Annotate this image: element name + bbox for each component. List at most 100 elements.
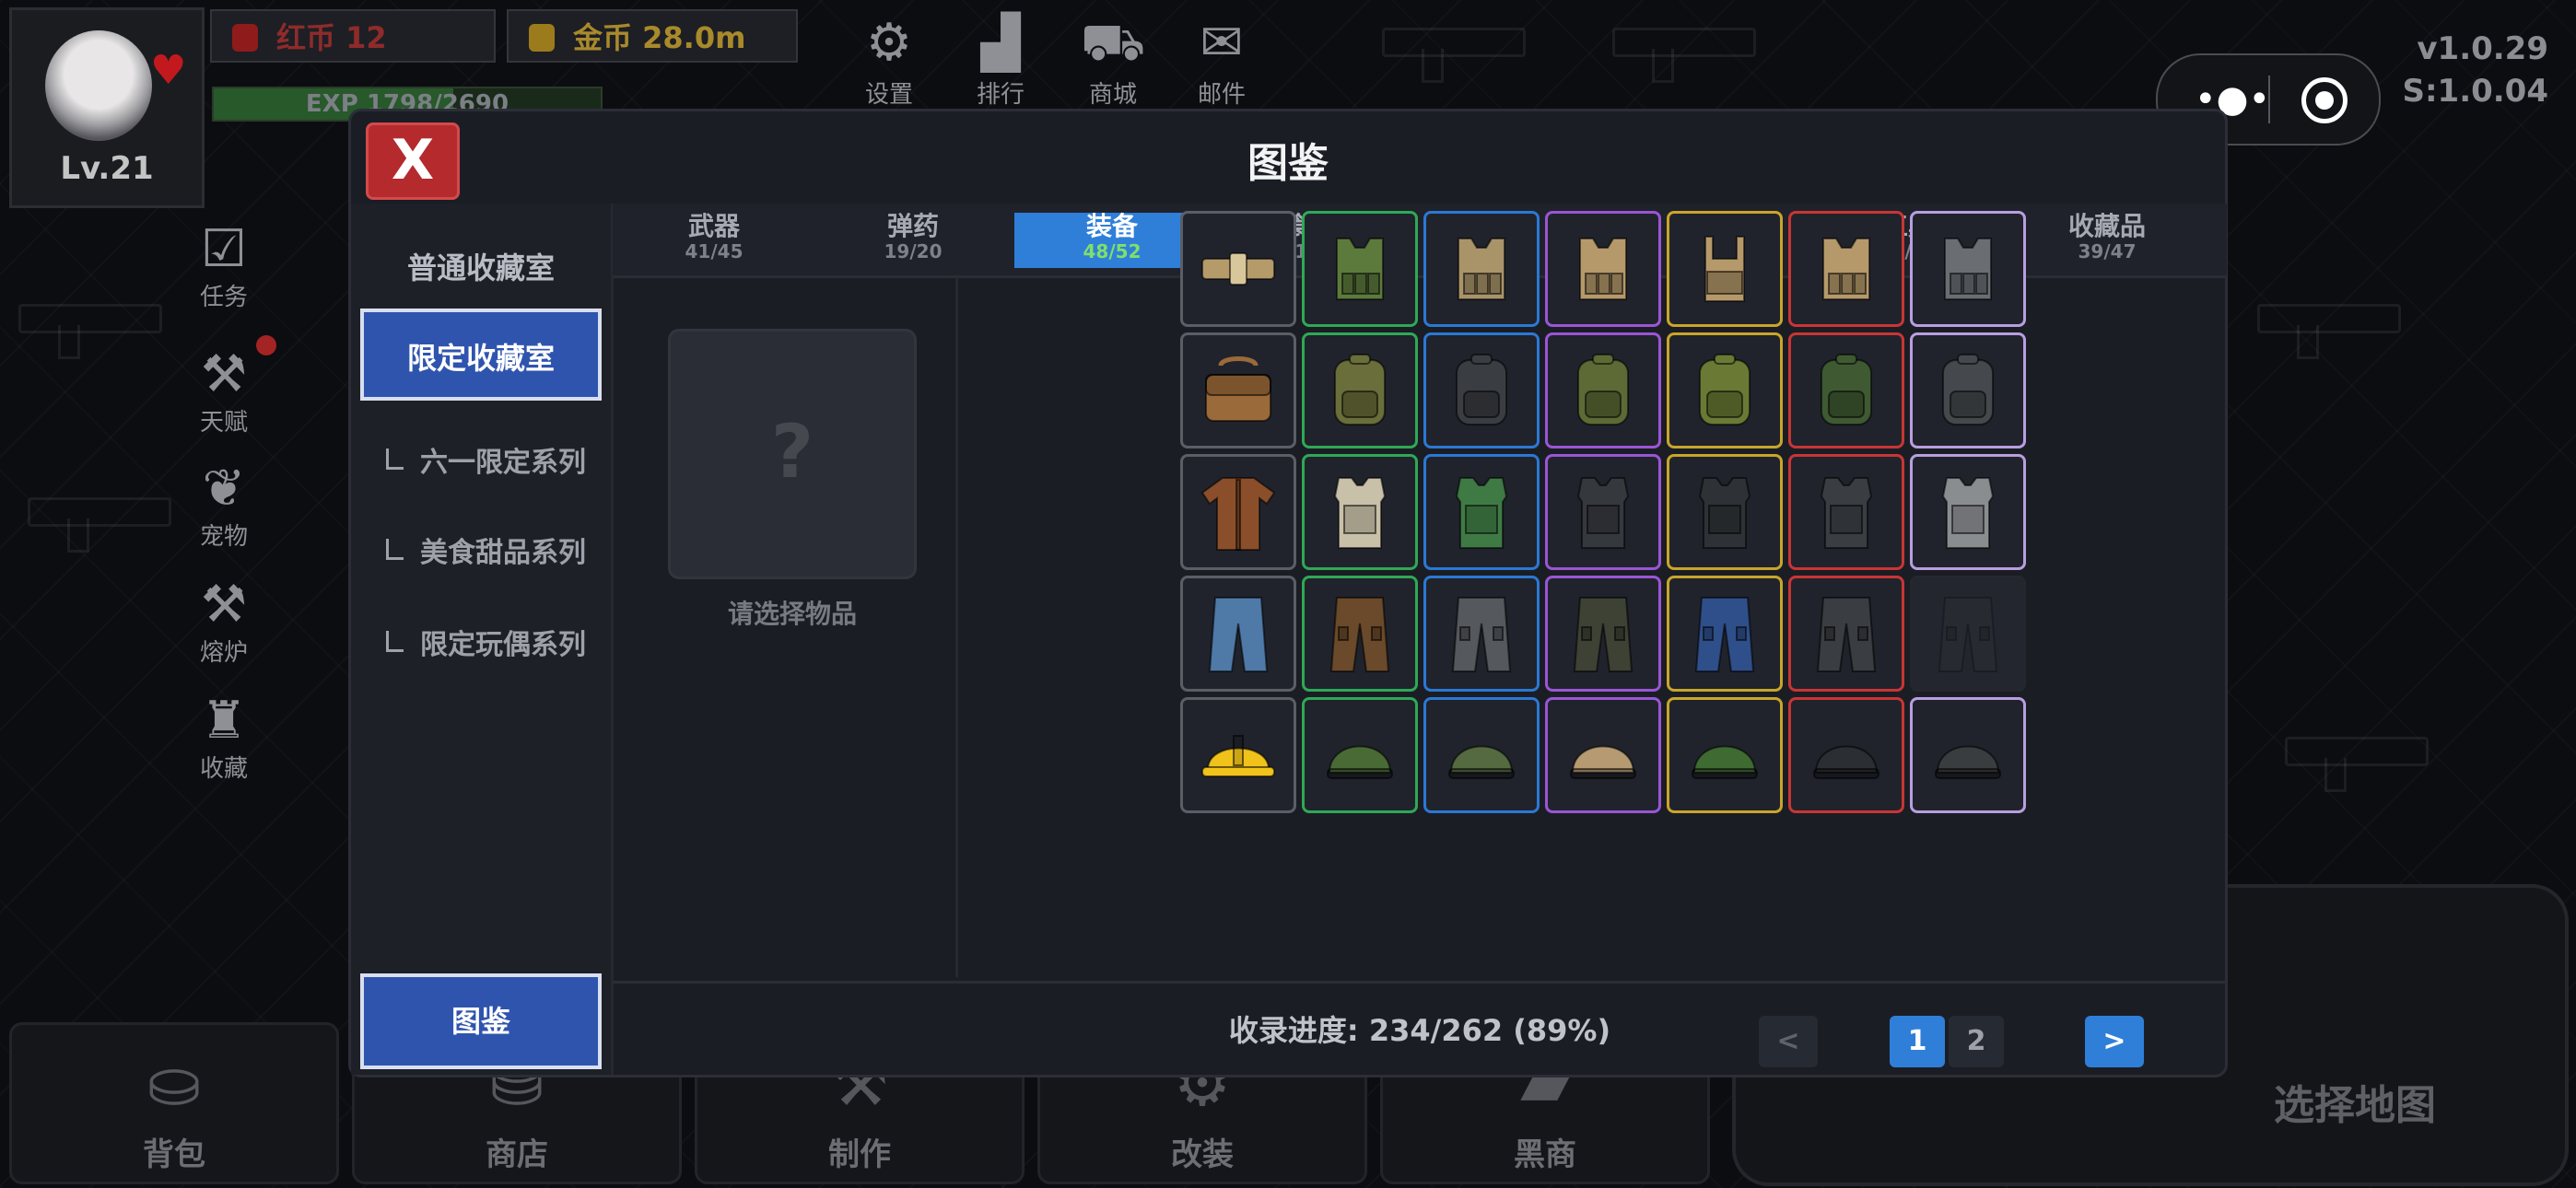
weapon-silhouette: [28, 497, 171, 553]
pants-icon: [1694, 597, 1755, 672]
nav-sub-dessert[interactable]: 美食甜品系列: [386, 530, 586, 570]
item-slot[interactable]: [1788, 697, 1904, 813]
notification-dot: [256, 335, 276, 355]
backpack-icon: [1456, 354, 1507, 425]
item-slot[interactable]: [1302, 697, 1418, 813]
helmet-icon: [1692, 745, 1758, 779]
tab-category[interactable]: 收藏品 39/47: [2009, 213, 2205, 268]
item-slot[interactable]: [1302, 211, 1418, 327]
body-armor-icon: [1941, 477, 1995, 549]
item-slot[interactable]: [1667, 697, 1783, 813]
item-slot[interactable]: [1180, 697, 1296, 813]
tactical-vest-icon: [1944, 238, 1992, 300]
item-slot[interactable]: [1302, 576, 1418, 692]
talent-button[interactable]: ⚒ 天赋: [182, 346, 265, 437]
podium-icon: ▟: [980, 13, 1021, 73]
item-slot[interactable]: [1788, 576, 1904, 692]
item-slot[interactable]: [1910, 454, 2026, 570]
tab-category[interactable]: 弹药 19/20: [815, 213, 1011, 268]
tactical-vest-icon: [1822, 238, 1870, 300]
item-slot[interactable]: [1423, 576, 1540, 692]
backpack-icon: ⛀: [146, 1045, 202, 1121]
backpack-icon: [1942, 354, 1994, 425]
clipboard-check-icon: ☑: [200, 219, 248, 279]
collection-button[interactable]: ♜ 收藏: [182, 693, 265, 784]
settings-button[interactable]: ⚙ 设置: [843, 15, 935, 110]
jeans-icon: [1208, 597, 1269, 672]
helmet-icon: [1448, 745, 1515, 779]
item-slot[interactable]: [1302, 454, 1418, 570]
tree-branch-icon: [386, 631, 404, 652]
backpack-icon: [1334, 354, 1386, 425]
item-slot[interactable]: [1180, 454, 1296, 570]
modal-title: 图鉴: [1247, 140, 1329, 187]
item-slot[interactable]: [1910, 211, 2026, 327]
item-slot[interactable]: [1423, 697, 1540, 813]
item-slot[interactable]: [1910, 332, 2026, 448]
pet-button[interactable]: ❦ 宠物: [182, 460, 265, 552]
heart-icon: ♥: [150, 47, 187, 94]
modal-body: 普通收藏室 限定收藏室 六一限定系列 美食甜品系列 限定玩偶系列 图鉴 武器 41…: [351, 204, 2227, 1075]
item-slot[interactable]: [1910, 697, 2026, 813]
mail-button[interactable]: ✉ 邮件: [1176, 15, 1268, 110]
weapon-silhouette: [1612, 28, 1756, 83]
tree-branch-icon: [386, 448, 404, 470]
furnace-button[interactable]: ⚒ 熔炉: [182, 577, 265, 668]
item-slot[interactable]: [1545, 211, 1661, 327]
helmet-icon: [1570, 745, 1636, 779]
weapon-silhouette: [2257, 304, 2401, 359]
item-slot[interactable]: [1788, 211, 1904, 327]
backpack-icon: [1577, 354, 1629, 425]
item-slot[interactable]: [1302, 332, 1418, 448]
body-armor-icon: [1576, 477, 1630, 549]
nav-codex-button[interactable]: 图鉴: [360, 973, 602, 1069]
collection-nav: 普通收藏室 限定收藏室 六一限定系列 美食甜品系列 限定玩偶系列 图鉴: [351, 204, 614, 1075]
nav-normal-collection[interactable]: 普通收藏室: [360, 240, 602, 296]
nav-sub-children-day[interactable]: 六一限定系列: [386, 439, 586, 480]
item-slot[interactable]: [1667, 576, 1783, 692]
item-slot[interactable]: [1667, 211, 1783, 327]
item-slot[interactable]: [1180, 211, 1296, 327]
item-detail-panel: ? 请选择物品: [613, 277, 958, 977]
item-slot[interactable]: [1423, 211, 1540, 327]
tactical-vest-icon: [1336, 238, 1384, 300]
backpack-icon: [1821, 354, 1872, 425]
nav-sub-doll[interactable]: 限定玩偶系列: [386, 622, 586, 662]
paw-icon: ❦: [202, 459, 246, 518]
tab-backpack[interactable]: ⛀ 背包: [9, 1022, 339, 1184]
collection-progress: 收录进度: 234/262 (89%): [1228, 1013, 1611, 1048]
shop-mall-button[interactable]: ⛟ 商城: [1067, 15, 1159, 110]
item-slot[interactable]: [1545, 332, 1661, 448]
exit-icon[interactable]: [2301, 77, 2348, 123]
avatar[interactable]: ♥ Lv.21: [9, 7, 205, 208]
quest-button[interactable]: ☑ 任务: [182, 221, 265, 312]
ranking-button[interactable]: ▟ 排行: [954, 15, 1047, 110]
item-slot[interactable]: [1180, 576, 1296, 692]
item-slot[interactable]: [1788, 332, 1904, 448]
helmet-icon: [1935, 745, 2001, 779]
tab-category[interactable]: 武器 41/45: [616, 213, 812, 268]
item-slot[interactable]: [1910, 576, 2026, 692]
item-slot[interactable]: [1667, 332, 1783, 448]
pants-icon: [1816, 597, 1877, 672]
nav-limited-collection[interactable]: 限定收藏室: [360, 309, 602, 401]
select-item-hint: 请选择物品: [727, 599, 857, 629]
pants-icon: [1329, 597, 1390, 672]
item-slot[interactable]: [1545, 454, 1661, 570]
body-armor-icon: [1455, 477, 1508, 549]
item-slot[interactable]: [1423, 454, 1540, 570]
gold-coin-counter: 金币 28.0m: [507, 9, 798, 63]
helmet-icon: [1813, 745, 1879, 779]
item-slot[interactable]: [1180, 332, 1296, 448]
item-slot[interactable]: [1788, 454, 1904, 570]
mail-icon: ✉: [1200, 13, 1244, 73]
chest-rig-icon: [1704, 236, 1745, 302]
tactical-vest-icon: [1579, 238, 1627, 300]
item-slot[interactable]: [1423, 332, 1540, 448]
tree-branch-icon: [386, 539, 404, 560]
item-slot[interactable]: [1667, 454, 1783, 570]
version-info: v1.0.29 S:1.0.04: [2402, 30, 2548, 110]
item-slot[interactable]: [1545, 576, 1661, 692]
item-slot[interactable]: [1545, 697, 1661, 813]
weapon-silhouette: [2285, 737, 2429, 792]
